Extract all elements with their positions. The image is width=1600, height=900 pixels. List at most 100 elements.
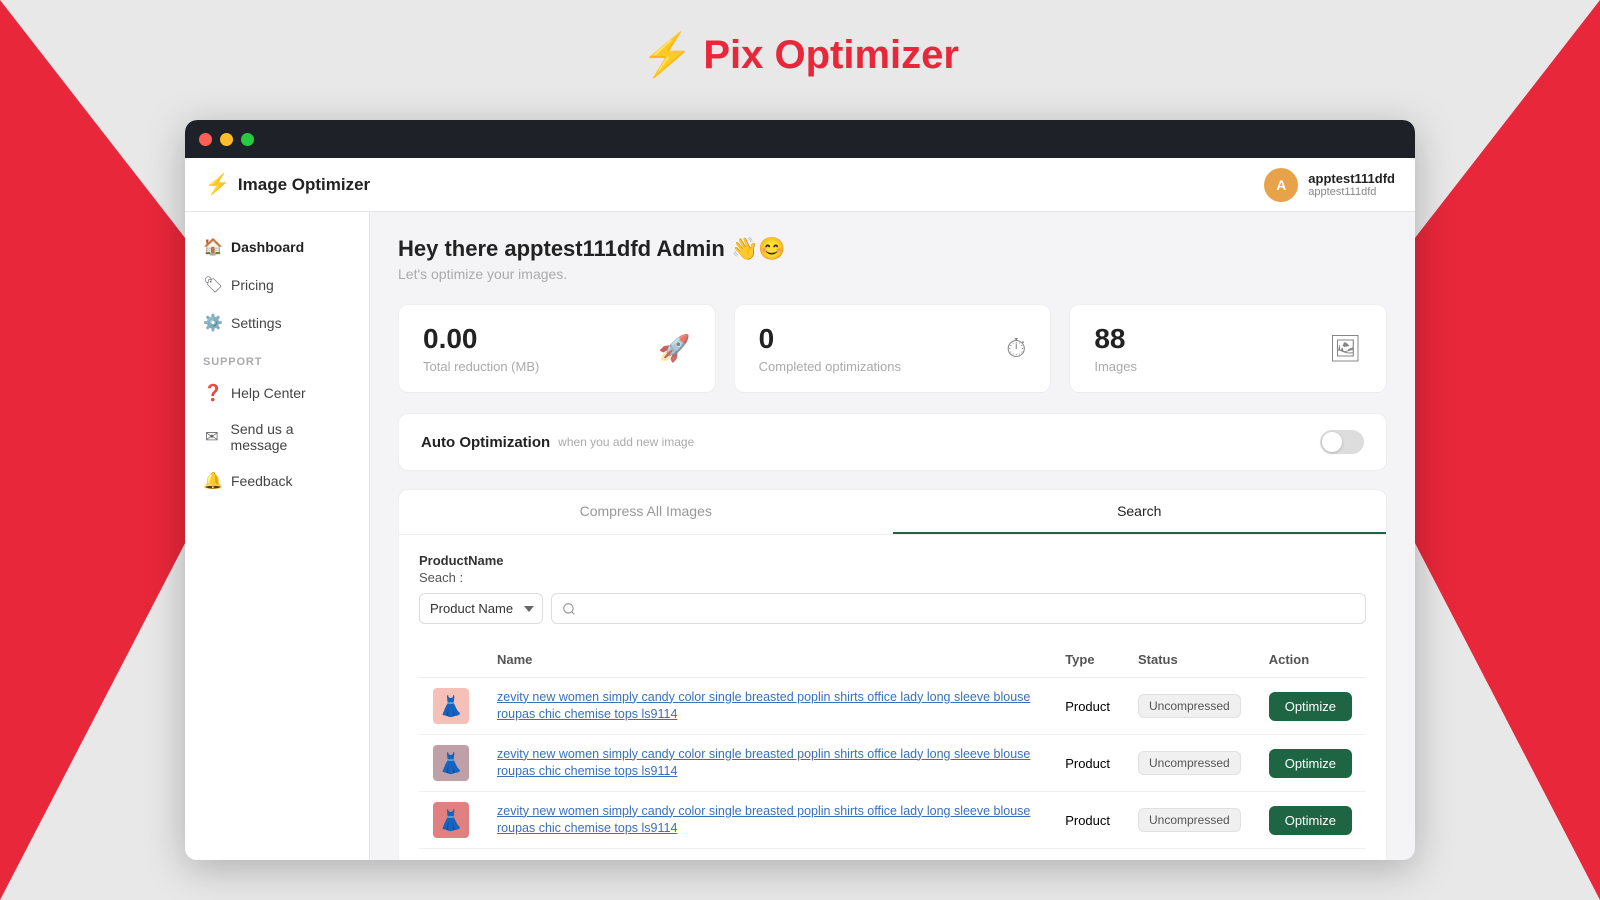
pricing-icon: 🏷 bbox=[203, 275, 221, 295]
toggle-knob bbox=[1322, 432, 1342, 452]
product-link[interactable]: zevity new women simply candy color sing… bbox=[497, 804, 1030, 836]
product-image: 👗 bbox=[433, 802, 469, 838]
greeting-title: Hey there apptest111dfd Admin 👋😊 bbox=[398, 236, 1387, 262]
sidebar-item-settings[interactable]: ⚙️ Settings bbox=[185, 304, 369, 342]
app-header-logo: ⚡ Image Optimizer bbox=[205, 172, 370, 197]
greeting-subtitle: Let's optimize your images. bbox=[398, 266, 1387, 282]
user-name: apptest111dfd bbox=[1308, 171, 1395, 186]
stat-value-completed: 0 bbox=[759, 323, 901, 355]
auto-opt-toggle-wrap[interactable] bbox=[1320, 430, 1364, 454]
product-image: 👗 bbox=[433, 745, 469, 781]
search-text-input[interactable] bbox=[551, 593, 1366, 624]
tab-compress-all[interactable]: Compress All Images bbox=[399, 490, 893, 534]
sidebar-item-send-label: Send us a message bbox=[231, 421, 351, 453]
product-image: 👗 bbox=[433, 688, 469, 724]
help-center-icon: ❓ bbox=[203, 383, 221, 403]
product-type-cell: Product bbox=[1051, 735, 1124, 792]
support-section-label: SUPPORT bbox=[185, 342, 369, 374]
user-avatar: A bbox=[1264, 168, 1298, 202]
status-badge: Uncompressed bbox=[1138, 694, 1241, 718]
product-type-cell: Product bbox=[1051, 792, 1124, 849]
send-message-icon: ✉ bbox=[203, 427, 221, 447]
product-link[interactable]: zevity new women simply candy color sing… bbox=[497, 747, 1030, 779]
optimize-button[interactable]: Optimize bbox=[1269, 806, 1352, 835]
stat-icon-reduction: 🚀 bbox=[658, 333, 690, 364]
sidebar-item-pricing-label: Pricing bbox=[231, 277, 274, 293]
app-logo-icon: ⚡ bbox=[205, 172, 230, 197]
window-minimize-btn[interactable] bbox=[220, 133, 233, 146]
user-info: apptest111dfd apptest111dfd bbox=[1308, 171, 1395, 198]
search-panel: ProductName Seach : Product Name bbox=[399, 535, 1386, 860]
table-row: 👗 zevity new women simply candy color si… bbox=[419, 792, 1366, 849]
col-action: Action bbox=[1255, 642, 1366, 678]
sidebar: 🏠 Dashboard 🏷 Pricing ⚙️ Settings SUPPOR… bbox=[185, 212, 370, 860]
product-action-cell: Optimize bbox=[1255, 735, 1366, 792]
stat-label-completed: Completed optimizations bbox=[759, 359, 901, 374]
status-badge: Uncompressed bbox=[1138, 751, 1241, 775]
search-field-label: ProductName bbox=[419, 553, 1366, 568]
table-row: 👗 zevity new women simply candy color si… bbox=[419, 735, 1366, 792]
sidebar-item-send-message[interactable]: ✉ Send us a message bbox=[185, 412, 369, 462]
dashboard-icon: 🏠 bbox=[203, 237, 221, 257]
feedback-icon: 🔔 bbox=[203, 471, 221, 491]
product-name-cell: zevity new women simply candy color sing… bbox=[483, 735, 1051, 792]
app-header: ⚡ Image Optimizer A apptest111dfd apptes… bbox=[185, 158, 1415, 212]
settings-icon: ⚙️ bbox=[203, 313, 221, 333]
app-body: 🏠 Dashboard 🏷 Pricing ⚙️ Settings SUPPOR… bbox=[185, 212, 1415, 860]
product-status-cell: Uncompressed bbox=[1124, 792, 1255, 849]
sidebar-item-help-center[interactable]: ❓ Help Center bbox=[185, 374, 369, 412]
product-thumbnail: 👗 bbox=[419, 735, 483, 792]
product-status-cell: Uncompressed bbox=[1124, 735, 1255, 792]
table-row: 👗 zevity new women simply candy color si… bbox=[419, 678, 1366, 735]
stat-value-reduction: 0.00 bbox=[423, 323, 539, 355]
stat-card-images: 88 Images 🖼 bbox=[1069, 304, 1387, 393]
sidebar-item-settings-label: Settings bbox=[231, 315, 282, 331]
window-close-btn[interactable] bbox=[199, 133, 212, 146]
auto-optimization-card: Auto Optimization when you add new image bbox=[398, 413, 1387, 471]
sidebar-item-dashboard-label: Dashboard bbox=[231, 239, 304, 255]
window-titlebar bbox=[185, 120, 1415, 158]
optimize-button[interactable]: Optimize bbox=[1269, 692, 1352, 721]
tab-search[interactable]: Search bbox=[893, 490, 1387, 534]
status-badge: Uncompressed bbox=[1138, 808, 1241, 832]
product-thumbnail: 👗 bbox=[419, 792, 483, 849]
col-status: Status bbox=[1124, 642, 1255, 678]
stat-icon-completed: ⏱ bbox=[1006, 333, 1026, 365]
app-window: ⚡ Image Optimizer A apptest111dfd apptes… bbox=[185, 120, 1415, 860]
col-img bbox=[419, 642, 483, 678]
app-title: Image Optimizer bbox=[238, 175, 370, 195]
results-table: Name Type Status Action 👗 zevity new wom… bbox=[419, 642, 1366, 849]
stat-card-reduction: 0.00 Total reduction (MB) 🚀 bbox=[398, 304, 716, 393]
stat-label-reduction: Total reduction (MB) bbox=[423, 359, 539, 374]
sidebar-item-feedback[interactable]: 🔔 Feedback bbox=[185, 462, 369, 500]
search-row-label: Seach : bbox=[419, 570, 1366, 585]
product-type-cell: Product bbox=[1051, 678, 1124, 735]
header-right: A apptest111dfd apptest111dfd bbox=[1264, 168, 1395, 202]
col-type: Type bbox=[1051, 642, 1124, 678]
product-link[interactable]: zevity new women simply candy color sing… bbox=[497, 690, 1030, 722]
brand-name: Pix Optimizer bbox=[703, 33, 959, 78]
stat-value-images: 88 bbox=[1094, 323, 1137, 355]
brand-logo: ⚡ Pix Optimizer bbox=[641, 31, 959, 80]
product-action-cell: Optimize bbox=[1255, 792, 1366, 849]
sidebar-item-pricing[interactable]: 🏷 Pricing bbox=[185, 266, 369, 304]
sidebar-item-dashboard[interactable]: 🏠 Dashboard bbox=[185, 228, 369, 266]
product-name-cell: zevity new women simply candy color sing… bbox=[483, 792, 1051, 849]
search-type-select[interactable]: Product Name bbox=[419, 593, 543, 624]
auto-opt-toggle[interactable] bbox=[1320, 430, 1364, 454]
top-branding-bar: ⚡ Pix Optimizer bbox=[0, 0, 1600, 110]
tabs-container: Compress All Images Search ProductName S… bbox=[398, 489, 1387, 860]
product-name-cell: zevity new women simply candy color sing… bbox=[483, 678, 1051, 735]
col-name: Name bbox=[483, 642, 1051, 678]
window-maximize-btn[interactable] bbox=[241, 133, 254, 146]
auto-opt-label: Auto Optimization bbox=[421, 434, 550, 451]
sidebar-item-feedback-label: Feedback bbox=[231, 473, 292, 489]
auto-opt-sublabel: when you add new image bbox=[558, 435, 694, 449]
product-thumbnail: 👗 bbox=[419, 678, 483, 735]
stats-row: 0.00 Total reduction (MB) 🚀 0 Completed … bbox=[398, 304, 1387, 393]
optimize-button[interactable]: Optimize bbox=[1269, 749, 1352, 778]
stat-label-images: Images bbox=[1094, 359, 1137, 374]
tabs-header: Compress All Images Search bbox=[399, 490, 1386, 535]
sidebar-item-help-label: Help Center bbox=[231, 385, 306, 401]
product-status-cell: Uncompressed bbox=[1124, 678, 1255, 735]
